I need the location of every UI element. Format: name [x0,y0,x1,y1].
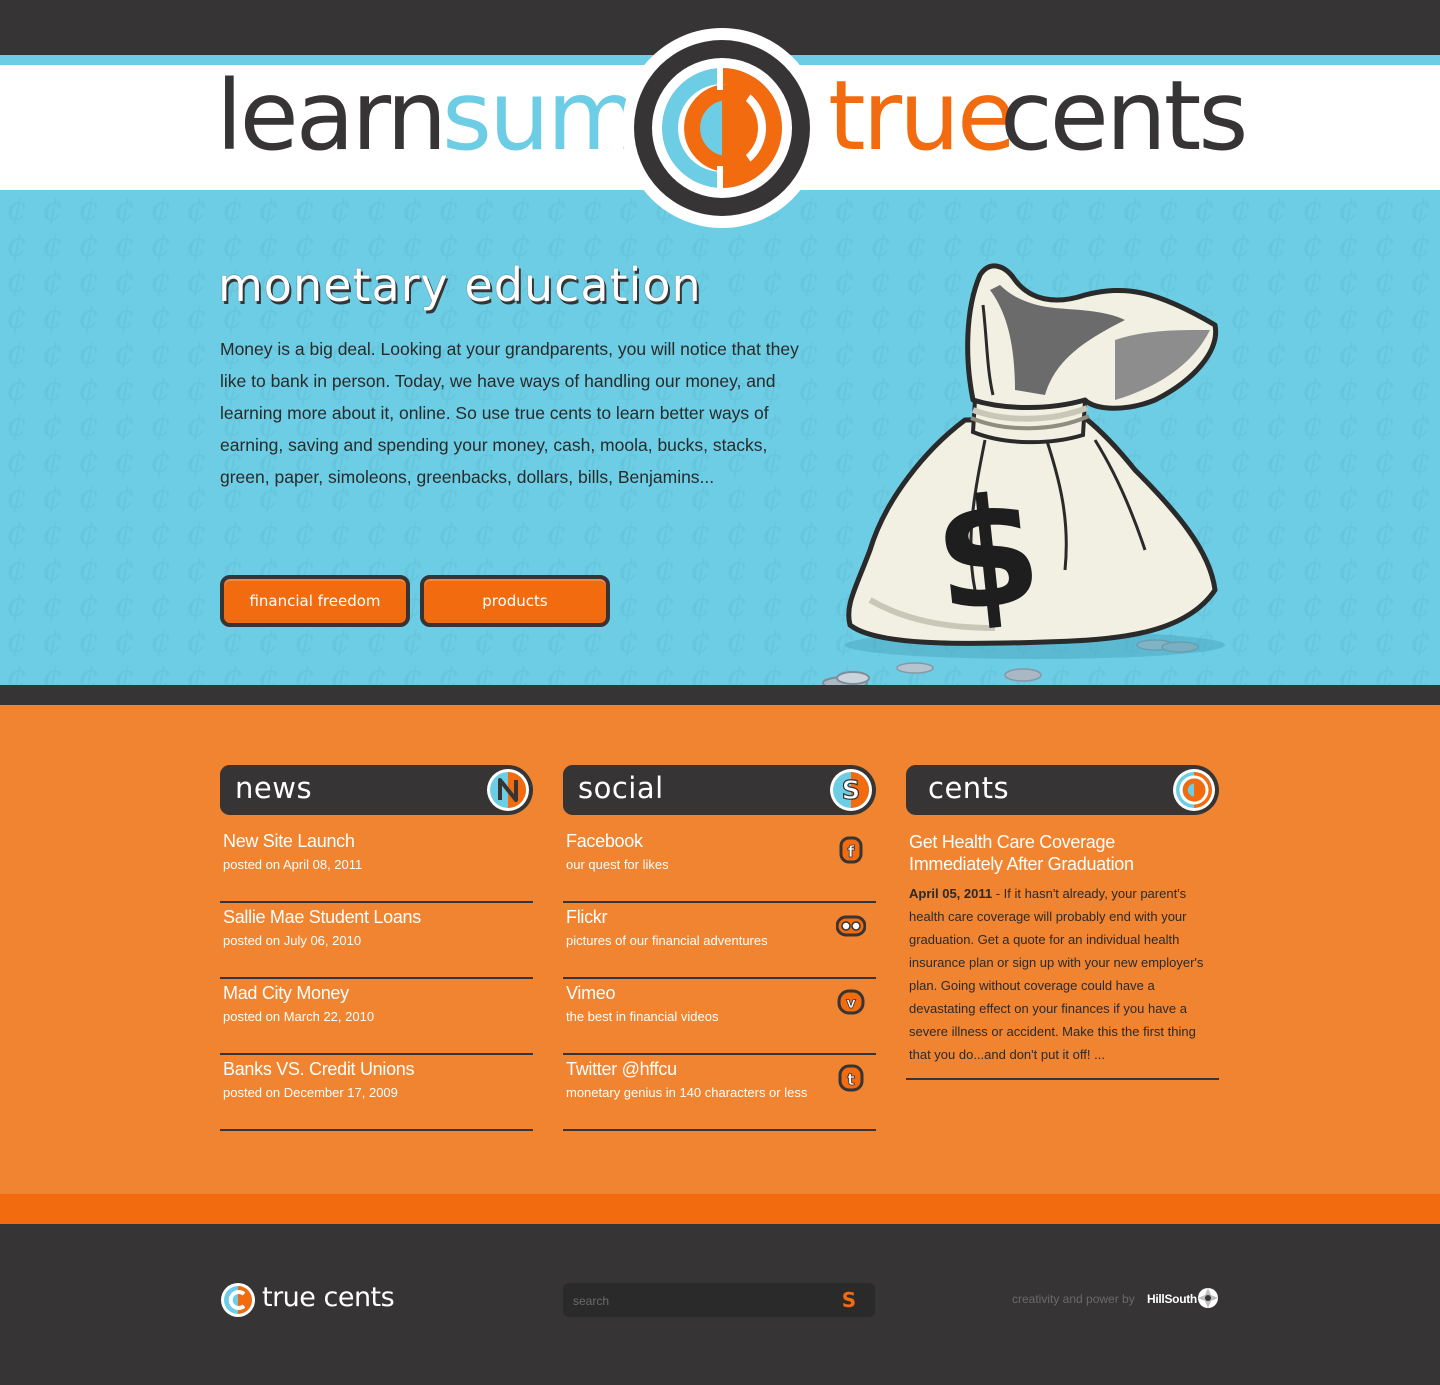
news-column: news New Site Launch posted on April 08,… [220,765,533,1131]
social-column: social S Facebook our quest for likes f … [563,765,876,1131]
news-item[interactable]: Sallie Mae Student Loans posted on July … [220,903,533,979]
logo-badge-icon[interactable] [622,20,822,235]
social-item-title[interactable]: Vimeo [566,983,616,1004]
news-item-title[interactable]: New Site Launch [223,831,355,852]
hillsouth-logo-icon[interactable] [1197,1287,1219,1309]
news-item[interactable]: Banks VS. Credit Unions posted on Decemb… [220,1055,533,1131]
cents-title: cents [928,771,1010,805]
social-item-desc: monetary genius in 140 characters or les… [566,1085,808,1100]
search-input[interactable] [571,1290,835,1312]
news-list: New Site Launch posted on April 08, 2011… [220,827,533,1131]
svg-text:f: f [848,842,856,861]
logo-word-cents: cents [1000,60,1248,172]
social-item-desc: our quest for likes [566,857,669,872]
social-title: social [578,771,664,805]
social-item-title[interactable]: Facebook [566,831,643,852]
footer-accent-stripe [0,1194,1440,1224]
news-item-date: posted on December 17, 2009 [223,1085,398,1100]
svg-text:t: t [847,1070,855,1089]
cents-header: cents [906,765,1219,815]
social-list: Facebook our quest for likes f Flickr pi… [563,827,876,1131]
news-n-icon [487,769,529,811]
news-item-title[interactable]: Banks VS. Credit Unions [223,1059,415,1080]
svg-text:S: S [842,1290,856,1310]
news-item-date: posted on April 08, 2011 [223,857,363,872]
social-item-facebook[interactable]: Facebook our quest for likes f [563,827,876,903]
cents-divider [906,1078,1219,1080]
footer-brand[interactable]: true cents [262,1282,395,1313]
news-item-date: posted on July 06, 2010 [223,933,362,948]
cents-article-date: April 05, 2011 [909,886,993,901]
true-cents-logo-icon[interactable] [220,1282,256,1318]
search-box: S [563,1283,875,1317]
social-item-title[interactable]: Flickr [566,907,607,928]
social-item-vimeo[interactable]: Vimeo the best in financial videos v [563,979,876,1055]
cents-article-title[interactable]: Get Health Care Coverage Immediately Aft… [909,831,1209,875]
hero-body: Money is a big deal. Looking at your gra… [220,339,799,487]
cents-article-body: April 05, 2011 - If it hasn't already, y… [909,882,1214,1066]
svg-text:S: S [842,776,861,806]
products-button[interactable]: products [420,575,610,627]
social-item-desc: pictures of our financial adventures [566,933,768,948]
logo-word-learn: learn [216,60,447,172]
news-header: news [220,765,533,815]
logo-word-true: true [828,60,1016,172]
hero-title: monetary education [218,258,702,312]
logo-word-sum: sum [442,60,640,172]
search-icon[interactable]: S [839,1290,859,1310]
hillsouth-link[interactable]: HillSouth [1147,1292,1197,1306]
facebook-icon[interactable]: f [836,835,866,865]
social-item-title[interactable]: Twitter @hffcu [566,1059,677,1080]
cents-column: cents Get Health Care Coverage Immediate… [906,765,1219,1080]
social-item-desc: the best in financial videos [566,1009,719,1024]
flickr-icon[interactable] [836,911,866,941]
financial-freedom-button[interactable]: financial freedom [220,575,410,627]
news-item-title[interactable]: Mad City Money [223,983,349,1004]
cents-c-icon [1173,769,1215,811]
news-item-date: posted on March 22, 2010 [223,1009,375,1024]
svg-text:v: v [846,994,856,1012]
footer-credit: creativity and power by [1012,1292,1135,1306]
svg-text:$: $ [927,463,1049,647]
news-item-title[interactable]: Sallie Mae Student Loans [223,907,421,928]
social-item-twitter[interactable]: Twitter @hffcu monetary genius in 140 ch… [563,1055,876,1131]
cents-article-text: - If it hasn't already, your parent's he… [909,886,1204,1062]
money-bag-icon: $ [822,263,1225,690]
news-item[interactable]: New Site Launch posted on April 08, 2011 [220,827,533,903]
social-header: social S [563,765,876,815]
news-title: news [235,771,313,805]
social-s-icon: S [830,769,872,811]
news-item[interactable]: Mad City Money posted on March 22, 2010 [220,979,533,1055]
hero-bottom-band [0,685,1440,705]
twitter-icon[interactable]: t [836,1063,866,1093]
vimeo-icon[interactable]: v [836,987,866,1017]
social-item-flickr[interactable]: Flickr pictures of our financial adventu… [563,903,876,979]
